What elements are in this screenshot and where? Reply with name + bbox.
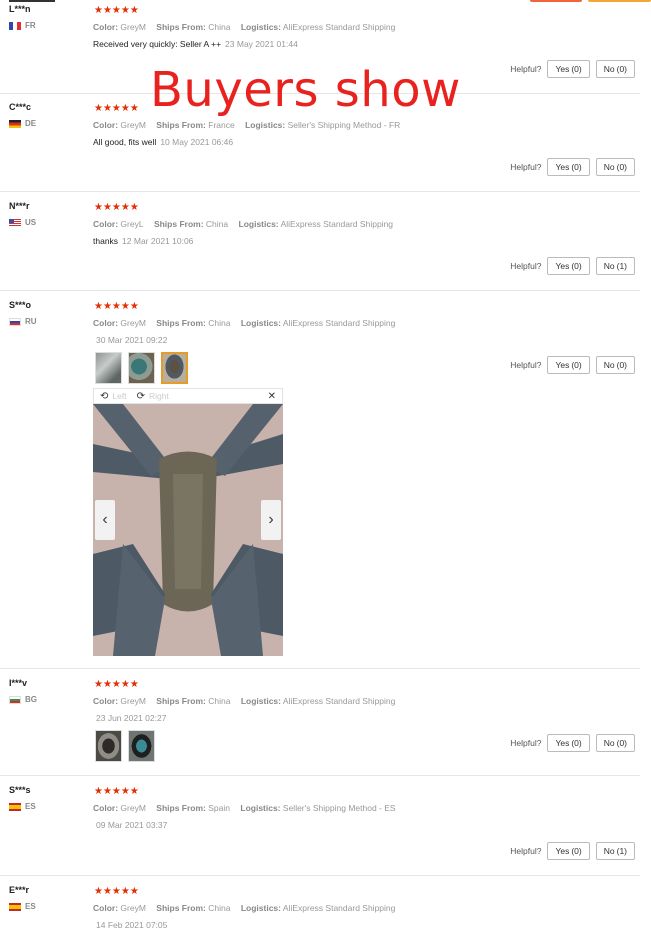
helpful-controls: Helpful? Yes (0) No (1) (510, 257, 635, 275)
buyer-name: S***s (9, 785, 31, 795)
star-rating: ★★★★★ (94, 301, 139, 312)
review-date: 23 Jun 2021 02:27 (96, 713, 167, 723)
star-rating: ★★★★★ (94, 5, 139, 16)
review-photo-thumbnail[interactable] (128, 352, 155, 384)
review-date: 10 May 2021 06:46 (160, 137, 234, 147)
active-tab-underline (9, 0, 55, 2)
buyer-name: S***o (9, 300, 32, 310)
helpful-controls: Helpful? Yes (0) No (0) (510, 356, 635, 374)
helpful-no-button[interactable]: No (0) (595, 158, 635, 176)
buyer-country: RU (9, 317, 37, 326)
review-photo-thumbnail-selected[interactable] (161, 352, 188, 384)
photo-viewer-toolbar: ⟲ Left ⟳ Right ✕ (93, 388, 283, 404)
helpful-controls: Helpful? Yes (0) No (0) (510, 734, 635, 752)
star-rating: ★★★★★ (94, 679, 139, 690)
buyer-country: US (9, 218, 36, 227)
order-attributes: Color: GreyL Ships From: China Logistics… (93, 219, 394, 229)
helpful-no-button[interactable]: No (1) (595, 257, 635, 275)
helpful-controls: Helpful? Yes (0) No (0) (510, 60, 635, 78)
helpful-controls: Helpful? Yes (0) No (0) (510, 158, 635, 176)
review-item: E***r ES ★★★★★ Color: GreyM Ships From: … (0, 885, 640, 939)
order-attributes: Color: GreyM Ships From: France Logistic… (93, 120, 401, 130)
helpful-yes-button[interactable]: Yes (0) (547, 734, 590, 752)
product-photo-back-brace (93, 404, 283, 656)
order-attributes: Color: GreyM Ships From: China Logistics… (93, 22, 396, 32)
helpful-label: Helpful? (510, 738, 542, 748)
star-rating: ★★★★★ (94, 886, 139, 897)
order-attributes: Color: GreyM Ships From: China Logistics… (93, 318, 396, 328)
review-photos (95, 352, 188, 384)
flag-icon (9, 218, 21, 227)
helpful-no-button[interactable]: No (0) (595, 734, 635, 752)
top-action-button[interactable] (530, 0, 582, 2)
review-item: S***s ES ★★★★★ Color: GreyM Ships From: … (0, 785, 640, 876)
buyer-country: ES (9, 902, 36, 911)
helpful-label: Helpful? (510, 162, 542, 172)
star-rating: ★★★★★ (94, 202, 139, 213)
rotate-right-icon[interactable]: ⟳ (137, 391, 145, 402)
chevron-left-icon[interactable]: ‹ (95, 500, 115, 540)
flag-icon (9, 119, 21, 128)
helpful-no-button[interactable]: No (0) (595, 356, 635, 374)
star-rating: ★★★★★ (94, 786, 139, 797)
helpful-yes-button[interactable]: Yes (0) (547, 158, 590, 176)
helpful-no-button[interactable]: No (0) (595, 60, 635, 78)
helpful-yes-button[interactable]: Yes (0) (547, 257, 590, 275)
flag-icon (9, 317, 21, 326)
review-item: N***r US ★★★★★ Color: GreyL Ships From: … (0, 201, 640, 291)
buyer-country: ES (9, 802, 36, 811)
order-attributes: Color: GreyM Ships From: China Logistics… (93, 903, 396, 913)
buyer-country: BG (9, 695, 37, 704)
order-attributes: Color: GreyM Ships From: China Logistics… (93, 696, 396, 706)
chevron-right-icon[interactable]: › (261, 500, 281, 540)
review-text: Received very quickly: Seller A ++ 23 May… (93, 39, 298, 49)
flag-icon (9, 21, 21, 30)
order-attributes: Color: GreyM Ships From: Spain Logistics… (93, 803, 396, 813)
helpful-controls: Helpful? Yes (0) No (1) (510, 842, 635, 860)
review-date: 14 Feb 2021 07:05 (96, 920, 168, 930)
flag-icon (9, 802, 21, 811)
review-photo-thumbnail[interactable] (95, 352, 122, 384)
buyer-name: C***c (9, 102, 32, 112)
buyer-country: DE (9, 119, 36, 128)
review-date: 09 Mar 2021 03:37 (96, 820, 168, 830)
rotate-right-label[interactable]: Right (149, 391, 169, 401)
review-text: thanks 12 Mar 2021 10:06 (93, 236, 194, 246)
helpful-label: Helpful? (510, 261, 542, 271)
helpful-label: Helpful? (510, 360, 542, 370)
close-icon[interactable]: ✕ (268, 391, 276, 402)
buyer-name: L***n (9, 4, 31, 14)
review-text: All good, fits well 10 May 2021 06:46 (93, 137, 234, 147)
review-photos (95, 730, 155, 762)
buyers-show-watermark: Buyers show (150, 62, 461, 118)
review-item: I***v BG ★★★★★ Color: GreyM Ships From: … (0, 678, 640, 776)
review-date: 12 Mar 2021 10:06 (122, 236, 194, 246)
rotate-left-icon[interactable]: ⟲ (100, 391, 108, 402)
review-date: 23 May 2021 01:44 (225, 39, 298, 49)
helpful-yes-button[interactable]: Yes (0) (547, 356, 590, 374)
photo-viewer: ⟲ Left ⟳ Right ✕ ‹ › (93, 388, 283, 656)
helpful-label: Helpful? (510, 846, 542, 856)
review-photo-thumbnail[interactable] (95, 730, 122, 762)
review-photo-thumbnail[interactable] (128, 730, 155, 762)
helpful-yes-button[interactable]: Yes (0) (547, 60, 590, 78)
buyer-name: I***v (9, 678, 28, 688)
helpful-no-button[interactable]: No (1) (595, 842, 635, 860)
rotate-left-label[interactable]: Left (112, 391, 126, 401)
review-date: 30 Mar 2021 09:22 (96, 335, 168, 345)
star-rating: ★★★★★ (94, 103, 139, 114)
top-action-button-secondary[interactable] (588, 0, 651, 2)
review-photo-large: ‹ › (93, 404, 283, 656)
flag-icon (9, 902, 21, 911)
flag-icon (9, 695, 21, 704)
buyer-name: E***r (9, 885, 30, 895)
buyer-country: FR (9, 21, 36, 30)
helpful-label: Helpful? (510, 64, 542, 74)
buyer-name: N***r (9, 201, 30, 211)
helpful-yes-button[interactable]: Yes (0) (547, 842, 590, 860)
